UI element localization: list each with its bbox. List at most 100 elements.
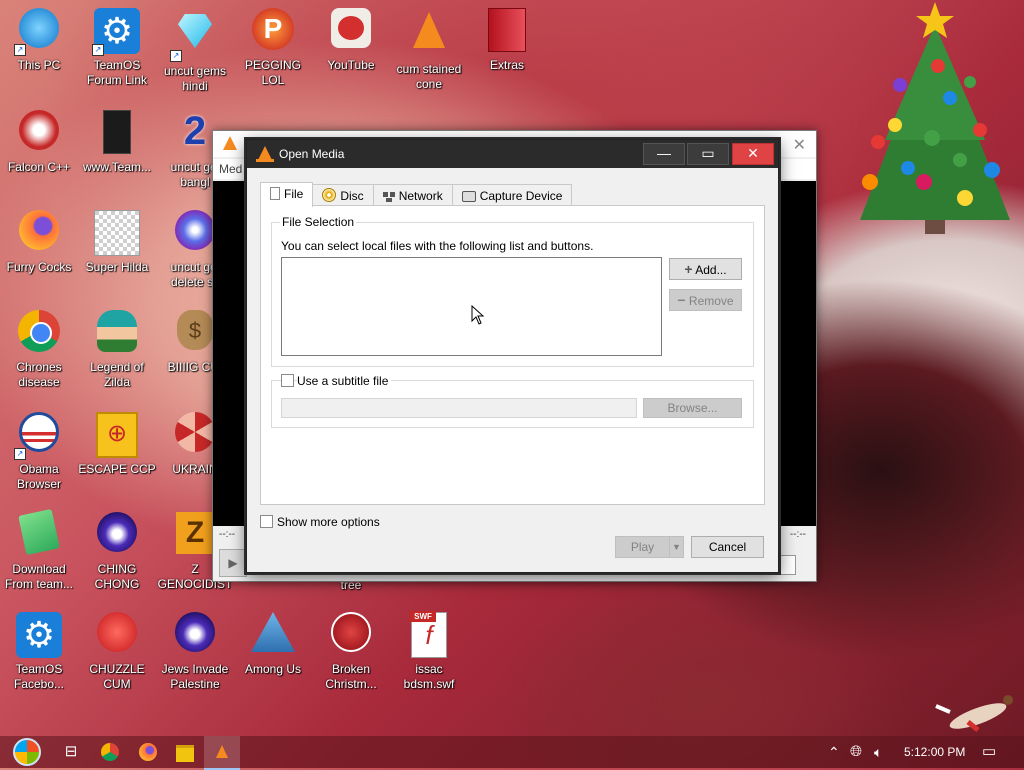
start-orb-icon[interactable]	[10, 738, 44, 768]
usb-drive-icon	[94, 110, 140, 156]
chrome-icon[interactable]	[97, 740, 123, 764]
desktop-icon-issac-swf[interactable]: f SWF issac bdsm.swf	[390, 611, 468, 692]
close-icon[interactable]: ✕	[793, 135, 806, 155]
among-us-icon	[250, 612, 296, 658]
desktop-icon-broken-christmas[interactable]: Broken Christm...	[312, 612, 390, 692]
show-more-options-label: Show more options	[277, 515, 380, 529]
subtitle-checkbox-label: Use a subtitle file	[297, 374, 392, 388]
desktop-icon-obama[interactable]: ↗ Obama Browser	[0, 412, 78, 492]
gear-icon: ⚙	[16, 612, 62, 658]
time-total: --:--	[789, 529, 806, 540]
desktop-icon-uncut-gems-hindi[interactable]: ↗ uncut gems hindi	[156, 8, 234, 94]
desktop-icon-furry[interactable]: Furry Cocks	[0, 210, 78, 275]
minimize-button[interactable]: —	[643, 143, 685, 165]
tab-capture-device-label: Capture Device	[479, 189, 563, 203]
vlc-cone-icon	[256, 146, 274, 162]
network-globe-icon[interactable]: 🌐︎	[850, 736, 862, 768]
file-selection-hint: You can select local files with the foll…	[281, 239, 594, 253]
purple-orb-icon	[94, 512, 140, 558]
desktop-icon-chrones[interactable]: Chrones disease	[0, 310, 78, 390]
mouse-cursor-icon	[471, 305, 485, 325]
tab-file[interactable]: File	[260, 182, 314, 207]
gem-icon: ↗	[170, 14, 218, 62]
play-dropdown-chevron-icon[interactable]: ▼	[669, 536, 684, 558]
swf-file-icon: f SWF	[406, 611, 452, 658]
vlc-cone-icon	[406, 12, 452, 58]
remove-button-label: Remove	[688, 294, 734, 308]
file-explorer-icon[interactable]	[172, 740, 198, 764]
play-control-button[interactable]: ▶	[219, 549, 247, 577]
taskbar: ⊟ ⌃ 🌐︎ 🔈︎ 5:12:00 PM ▭	[0, 736, 1024, 770]
close-button[interactable]: ✕	[732, 143, 774, 165]
notepad-icon	[16, 508, 62, 558]
browse-button[interactable]: Browse...	[643, 398, 742, 418]
play-button[interactable]: Play	[615, 536, 670, 558]
media-source-tabs: File Disc Network Capture Device	[260, 182, 573, 207]
this-pc-icon: ↗	[14, 8, 62, 56]
desktop-icon-super-hilda[interactable]: Super Hilda	[78, 210, 156, 275]
file-list[interactable]	[281, 257, 662, 356]
subtitle-file-input[interactable]	[281, 398, 637, 418]
chrome-icon	[16, 310, 62, 356]
task-view-icon[interactable]: ⊟	[58, 740, 84, 764]
gear-icon: ⚙ ↗	[92, 8, 140, 56]
desktop-icon-legend-of-zilda[interactable]: Legend of Zilda	[78, 310, 156, 390]
p-letter-icon: P	[250, 8, 296, 54]
file-selection-label: File Selection	[280, 215, 357, 229]
desktop-icon-pegging[interactable]: P PEGGING LOL	[234, 8, 312, 88]
desktop-icon-youtube[interactable]: YouTube	[312, 8, 390, 73]
open-media-dialog: Open Media — ▭ ✕ File Disc Network Captu…	[246, 139, 779, 573]
tab-file-label: File	[284, 187, 304, 201]
network-icon	[382, 190, 395, 202]
desktop-icon-among-us[interactable]: Among Us	[234, 612, 312, 677]
capture-device-icon	[461, 191, 476, 202]
plus-icon: +	[684, 261, 693, 277]
tab-capture-device[interactable]: Capture Device	[451, 184, 573, 206]
chevron-up-icon[interactable]: ⌃	[828, 736, 840, 768]
notifications-icon[interactable]: ▭	[982, 736, 996, 768]
maximize-button[interactable]: ▭	[687, 143, 729, 165]
desktop-icon-ching-chong[interactable]: CHING CHONG	[78, 512, 156, 592]
christmas-tree-decoration	[860, 2, 1010, 234]
desktop-icon-teamos-forum[interactable]: ⚙ ↗ TeamOS Forum Link	[78, 8, 156, 88]
vlc-cone-icon	[223, 136, 237, 150]
file-tab-panel: File Selection You can select local file…	[260, 205, 765, 505]
purple-orb-icon	[172, 612, 218, 658]
desktop-icon-teamos-facebook[interactable]: ⚙ TeamOS Facebo...	[0, 612, 78, 692]
tab-disc[interactable]: Disc	[312, 184, 374, 206]
desktop-icon-chuzzle[interactable]: CHUZZLE CUM	[78, 612, 156, 692]
desktop-icon-falcon[interactable]: Falcon C++	[0, 110, 78, 175]
desktop-icon-jews-invade[interactable]: Jews Invade Palestine	[156, 612, 234, 692]
remove-button[interactable]: − Remove	[669, 289, 742, 311]
tab-network[interactable]: Network	[372, 184, 453, 206]
firefox-icon	[16, 210, 62, 256]
angry-bird-icon	[328, 8, 374, 54]
chuzzle-icon	[94, 612, 140, 658]
add-button-label: Add...	[695, 263, 727, 277]
disc-icon	[322, 188, 337, 202]
show-more-options-checkbox[interactable]	[260, 515, 273, 528]
vlc-cone-icon	[216, 745, 228, 758]
desktop-icon-download[interactable]: Download From team...	[0, 508, 78, 592]
time-elapsed: --:--	[219, 529, 236, 540]
tab-disc-label: Disc	[340, 189, 364, 203]
subtitle-checkbox[interactable]	[281, 374, 294, 387]
obama-logo-icon: ↗	[14, 412, 62, 460]
cancel-button[interactable]: Cancel	[691, 536, 764, 558]
ornament-icon	[328, 612, 374, 658]
desktop-icon-www-team[interactable]: www.Team...	[78, 110, 156, 175]
vlc-taskbar-item[interactable]	[204, 736, 240, 770]
dialog-titlebar: Open Media — ▭ ✕	[247, 140, 778, 168]
mahjong-tile-icon: ⊕	[94, 412, 140, 458]
clock[interactable]: 5:12:00 PM	[904, 736, 965, 768]
add-button[interactable]: + Add...	[669, 258, 742, 280]
desktop-icon-extras[interactable]: Extras	[468, 8, 546, 73]
falcon-icon	[16, 110, 62, 156]
desktop-icon-this-pc[interactable]: ↗ This PC	[0, 8, 78, 73]
desktop-icon-escape-ccp[interactable]: ⊕ ESCAPE CCP	[78, 412, 156, 477]
speaker-icon[interactable]: 🔈︎	[874, 736, 882, 768]
firefox-icon[interactable]	[135, 740, 161, 764]
dialog-title: Open Media	[279, 147, 345, 161]
desktop-icon-cum-cone[interactable]: cum stained cone	[390, 8, 468, 92]
file-icon	[270, 187, 280, 200]
